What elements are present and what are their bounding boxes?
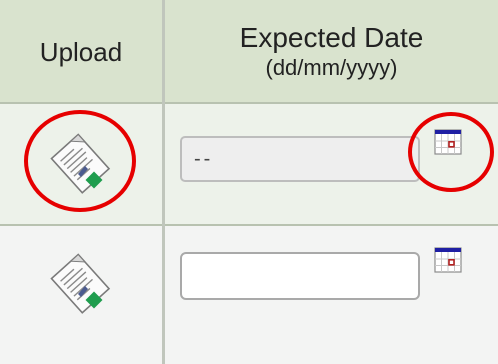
upload-table: Upload Expected Date (dd/mm/yyyy) — [0, 0, 498, 364]
calendar-icon[interactable] — [434, 246, 462, 274]
expected-date-header-label: Expected Date — [239, 22, 424, 53]
date-format-hint: (dd/mm/yyyy) — [265, 55, 398, 80]
table-header: Upload Expected Date (dd/mm/yyyy) — [0, 0, 498, 104]
column-divider — [162, 0, 165, 364]
document-upload-icon[interactable] — [48, 250, 114, 316]
calendar-icon[interactable] — [434, 128, 462, 156]
expected-date-field[interactable] — [180, 136, 420, 182]
upload-column-header: Upload — [39, 36, 123, 67]
expected-date-column-header: Expected Date (dd/mm/yyyy) — [165, 0, 498, 104]
document-upload-icon[interactable] — [48, 130, 114, 196]
expected-date-field[interactable] — [180, 252, 420, 300]
